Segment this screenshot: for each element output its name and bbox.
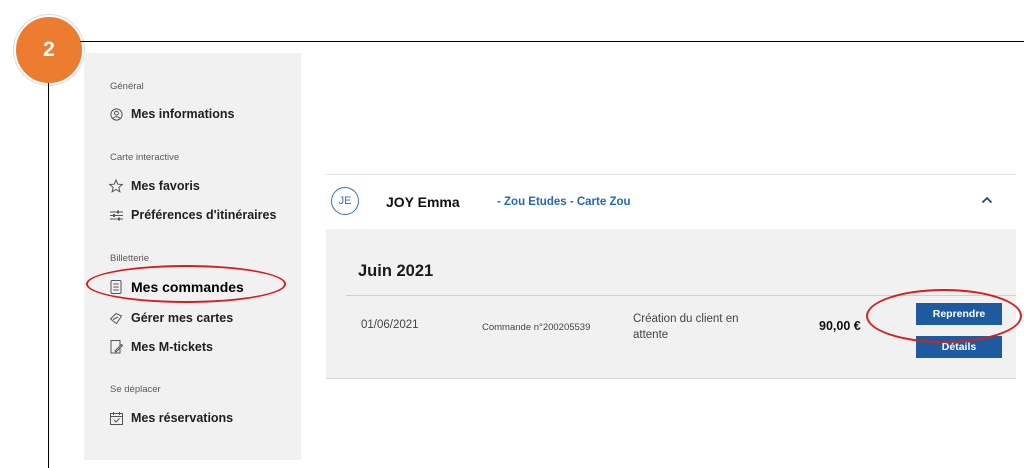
highlight-mes-commandes: [86, 265, 286, 303]
sliders-icon: [109, 208, 123, 222]
subscription-link[interactable]: - Zou Etudes - Carte Zou: [497, 196, 631, 208]
chevron-up-icon[interactable]: [980, 193, 994, 207]
section-label-general: Général: [110, 81, 144, 92]
sidebar-item-mes-favoris[interactable]: Mes favoris: [109, 179, 200, 193]
avatar: JE: [331, 187, 359, 215]
holder-name: JOY Emma: [386, 194, 460, 210]
highlight-reprendre: [866, 289, 1022, 343]
order-date: 01/06/2021: [361, 319, 419, 331]
ticket-icon: [109, 340, 123, 354]
sidebar-item-label: Mes M-tickets: [131, 340, 213, 354]
step-badge: 2: [14, 15, 84, 85]
section-label-se-deplacer: Se déplacer: [110, 384, 161, 395]
account-sidebar: Général Mes informations Carte interacti…: [84, 53, 301, 460]
sidebar-item-label: Mes informations: [131, 107, 235, 121]
sidebar-item-preferences-itineraires[interactable]: Préférences d'itinéraires: [109, 208, 276, 222]
sidebar-item-label: Gérer mes cartes: [131, 311, 234, 325]
sidebar-item-mes-m-tickets[interactable]: Mes M-tickets: [109, 340, 213, 354]
user-circle-icon: [109, 107, 123, 121]
order-status-line1: Création du client en: [633, 313, 739, 325]
sidebar-item-label: Mes favoris: [131, 179, 200, 193]
star-icon: [109, 179, 123, 193]
card-icon: [109, 311, 123, 325]
sidebar-item-mes-informations[interactable]: Mes informations: [109, 107, 235, 121]
sidebar-item-label: Mes réservations: [131, 411, 234, 425]
section-label-billetterie: Billetterie: [110, 253, 150, 264]
order-amount: 90,00 €: [819, 319, 861, 333]
sidebar-item-gerer-mes-cartes[interactable]: Gérer mes cartes: [109, 311, 233, 325]
section-label-carte-interactive: Carte interactive: [110, 152, 180, 163]
calendar-icon: [109, 411, 123, 425]
frame-left-line: [48, 83, 49, 468]
order-status-line2: attente: [633, 329, 669, 341]
sidebar-item-label: Préférences d'itinéraires: [131, 208, 277, 222]
frame-top-line: [80, 41, 1024, 42]
sidebar-item-mes-reservations[interactable]: Mes réservations: [109, 411, 233, 425]
order-number: Commande n°200205539: [482, 322, 591, 333]
month-heading: Juin 2021: [358, 262, 434, 280]
